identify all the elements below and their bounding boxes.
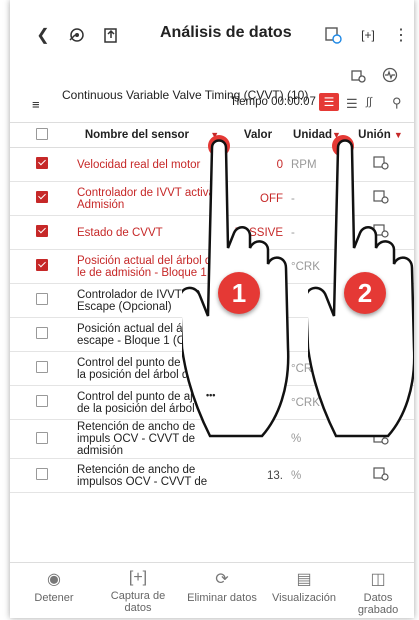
view-icon: ▤ — [296, 571, 312, 588]
export-icon[interactable] — [100, 24, 122, 46]
row-checkbox[interactable] — [10, 351, 75, 386]
refresh-icon: ⟳ — [215, 571, 229, 588]
lock-icon[interactable] — [350, 67, 366, 86]
nav-view[interactable]: ▤ Visualización — [268, 569, 340, 604]
nav-refresh[interactable]: ⟳ Eliminar datos — [186, 569, 258, 604]
sensor-value: 13. — [229, 458, 287, 493]
capture-icon: [+] — [128, 569, 148, 586]
row-checkbox[interactable] — [10, 283, 75, 318]
graph-view-icon[interactable]: ∫∫ — [366, 96, 372, 108]
nav-label: Captura de datos — [110, 590, 166, 614]
overflow-dots[interactable]: ••• — [206, 390, 215, 400]
nav-label: Eliminar datos — [187, 592, 257, 604]
nav-folder[interactable]: ◫ Datos grabado — [342, 569, 414, 616]
folder-icon: ◫ — [370, 571, 386, 588]
record-icon[interactable] — [322, 24, 344, 46]
row-checkbox[interactable] — [10, 419, 75, 459]
bottom-nav: ◉ Detener [+] Captura de datos ⟳ Eliminar dat… — [10, 562, 414, 618]
back-icon[interactable]: ❮ — [32, 24, 54, 46]
fullscreen-icon[interactable]: [+] — [357, 24, 379, 46]
elapsed-time: Tiempo 00:00:07 — [230, 96, 316, 108]
text-view-icon[interactable]: ☰ — [346, 96, 358, 112]
nav-label: Visualización — [271, 592, 336, 604]
nav-label: Datos grabado — [357, 592, 399, 616]
top-bar: ❮ Análisis de datos [+] ⋮ — [10, 0, 414, 62]
filter-icon[interactable]: ≡ — [32, 97, 40, 112]
table-row[interactable]: Retención de ancho de impulsos OCV - CVV… — [10, 458, 414, 493]
graph-icon[interactable] — [382, 67, 398, 86]
row-checkbox[interactable] — [10, 317, 75, 352]
step-badge-1: 1 — [218, 272, 260, 314]
row-checkbox[interactable] — [10, 385, 75, 420]
row-checkbox[interactable] — [10, 215, 75, 250]
search-icon[interactable]: ⚲ — [392, 95, 402, 111]
row-checkbox[interactable] — [10, 458, 75, 493]
row-checkbox[interactable] — [10, 147, 75, 182]
sensor-unit: % — [287, 458, 347, 493]
nav-stop[interactable]: ◉ Detener — [18, 569, 90, 604]
step-badge-2: 2 — [344, 272, 386, 314]
secondary-toolbar — [10, 62, 414, 88]
row-checkbox[interactable] — [10, 181, 75, 216]
select-all-checkbox[interactable] — [10, 123, 75, 148]
nav-capture[interactable]: [+] Captura de datos — [102, 569, 174, 614]
nav-label: Detener — [34, 592, 74, 604]
stop-icon: ◉ — [47, 571, 61, 588]
more-icon[interactable]: ⋮ — [390, 24, 412, 46]
sensor-name: Retención de ancho de impulsos OCV - CVV… — [75, 458, 229, 493]
page-title: Análisis de datos — [160, 24, 292, 41]
group-header: ≡ Continuous Variable Valve Timing (CVVT… — [10, 88, 414, 123]
row-checkbox[interactable] — [10, 249, 75, 284]
union-icon[interactable] — [347, 458, 414, 493]
list-view-button[interactable]: ☰ — [319, 93, 339, 111]
vehicle-icon[interactable] — [66, 24, 88, 46]
app-frame: ❮ Análisis de datos [+] ⋮ ≡ Continuous V… — [10, 0, 414, 618]
